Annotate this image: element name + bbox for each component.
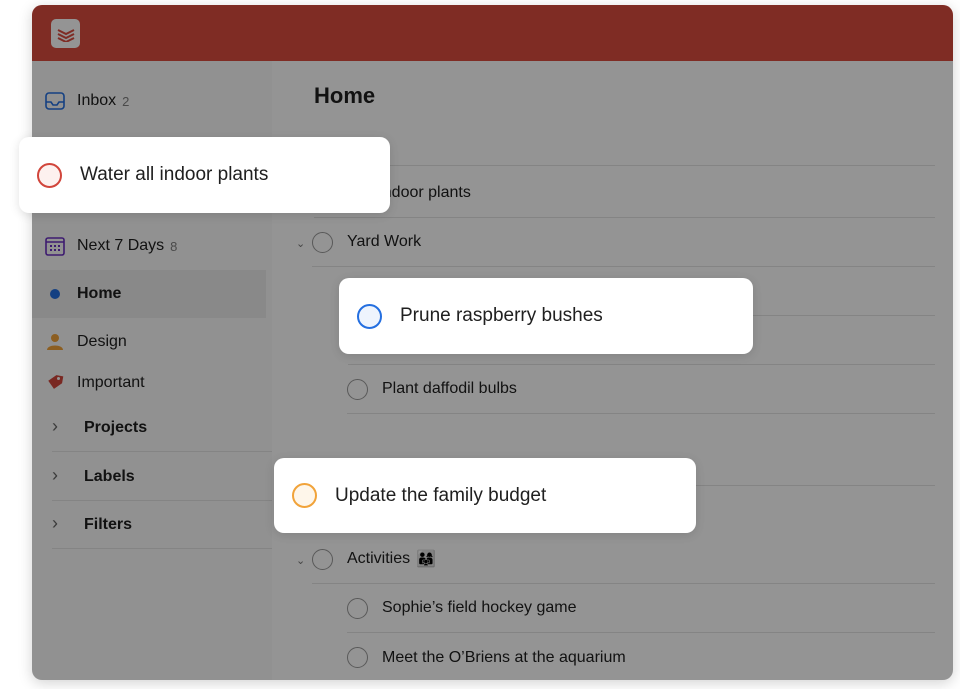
card-label: Prune raspberry bushes	[400, 305, 603, 326]
card-label: Water all indoor plants	[80, 164, 269, 185]
floating-task-card[interactable]: Prune raspberry bushes	[339, 278, 753, 354]
card-label: Update the family budget	[335, 484, 547, 506]
priority-2-checkbox[interactable]	[357, 303, 382, 329]
priority-1-checkbox[interactable]	[37, 162, 62, 188]
floating-task-card[interactable]: Water all indoor plants	[19, 137, 390, 213]
priority-3-checkbox[interactable]	[292, 483, 317, 508]
floating-task-card[interactable]: Update the family budget	[274, 458, 696, 533]
